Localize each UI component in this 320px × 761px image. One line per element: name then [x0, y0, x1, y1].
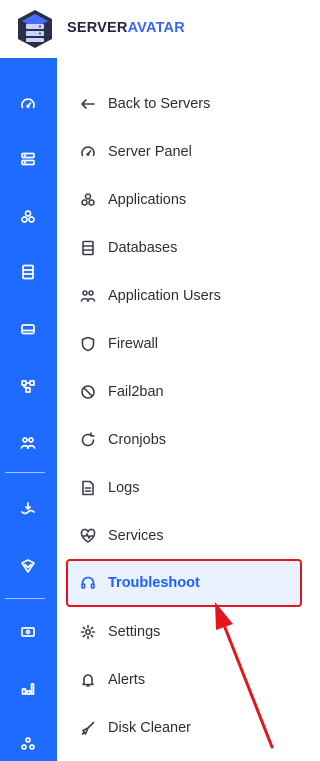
brand-part-avatar: AVATAR — [127, 20, 185, 36]
menu-item-alerts[interactable]: Alerts — [68, 658, 300, 702]
gauge-icon[interactable] — [15, 91, 41, 117]
menu-item-firewall[interactable]: Firewall — [68, 322, 300, 366]
menu-item-label: Disk Cleaner — [108, 720, 191, 736]
arrow-left-icon — [68, 96, 108, 112]
menu-item-label: Troubleshoot — [108, 575, 200, 591]
bell-icon — [68, 672, 108, 688]
database-icon[interactable] — [15, 259, 41, 285]
menu-item-label: Logs — [108, 480, 140, 496]
menu-item-applications[interactable]: Applications — [68, 178, 300, 222]
file-icon — [68, 480, 108, 496]
database-icon — [68, 240, 108, 256]
menu-item-label: Databases — [108, 240, 178, 256]
apps-icon — [68, 192, 108, 208]
gear-icon — [68, 624, 108, 640]
integrations-icon[interactable] — [15, 731, 41, 757]
storage-icon[interactable] — [15, 619, 41, 645]
users-icon — [68, 288, 108, 304]
header: SERVERAVATAR — [0, 0, 307, 58]
brand-part-server: SERVER — [67, 20, 128, 36]
menu-item-label: Fail2ban — [108, 384, 164, 400]
menu-item-label: Applications — [108, 192, 187, 208]
menu-item-disk-cleaner[interactable]: Disk Cleaner — [68, 706, 300, 750]
menu-item-label: Cronjobs — [108, 432, 167, 448]
headset-icon — [68, 575, 108, 591]
deploy-icon[interactable] — [15, 496, 41, 522]
server-icon[interactable] — [15, 146, 41, 172]
menu-item-logs[interactable]: Logs — [68, 466, 300, 510]
icon-rail — [0, 58, 57, 761]
rail-divider — [5, 472, 45, 473]
menu-item-databases[interactable]: Databases — [68, 226, 300, 270]
brand-name: SERVERAVATAR — [67, 20, 185, 36]
menu-item-services[interactable]: Services — [68, 514, 300, 558]
menu-item-label: Settings — [108, 624, 161, 640]
server-menu: Back to Servers Server Panel Application… — [57, 58, 307, 761]
apps-icon[interactable] — [15, 204, 41, 230]
broom-icon — [68, 720, 108, 736]
menu-item-troubleshoot[interactable]: Troubleshoot — [66, 559, 302, 607]
menu-item-fail2ban[interactable]: Fail2ban — [68, 370, 300, 414]
serveravatar-logo[interactable] — [14, 8, 56, 50]
menu-item-back-to-servers[interactable]: Back to Servers — [68, 82, 300, 126]
chart-icon[interactable] — [15, 676, 41, 702]
menu-item-cronjobs[interactable]: Cronjobs — [68, 418, 300, 462]
shield-icon[interactable] — [15, 553, 41, 579]
menu-item-label: Back to Servers — [108, 96, 211, 112]
ban-icon — [68, 384, 108, 400]
drive-icon[interactable] — [15, 316, 41, 342]
menu-item-label: Alerts — [108, 672, 146, 688]
menu-item-label: Application Users — [108, 288, 221, 304]
menu-item-application-users[interactable]: Application Users — [68, 274, 300, 318]
menu-item-label: Services — [108, 528, 164, 544]
gauge-icon — [68, 144, 108, 160]
heartbeat-icon — [68, 528, 108, 544]
users-icon[interactable] — [15, 430, 41, 456]
rail-divider — [5, 598, 45, 599]
refresh-icon — [68, 432, 108, 448]
network-icon[interactable] — [15, 373, 41, 399]
menu-item-server-panel[interactable]: Server Panel — [68, 130, 300, 174]
shield-icon — [68, 336, 108, 352]
menu-item-label: Firewall — [108, 336, 158, 352]
menu-item-settings[interactable]: Settings — [68, 610, 300, 654]
menu-item-label: Server Panel — [108, 144, 192, 160]
